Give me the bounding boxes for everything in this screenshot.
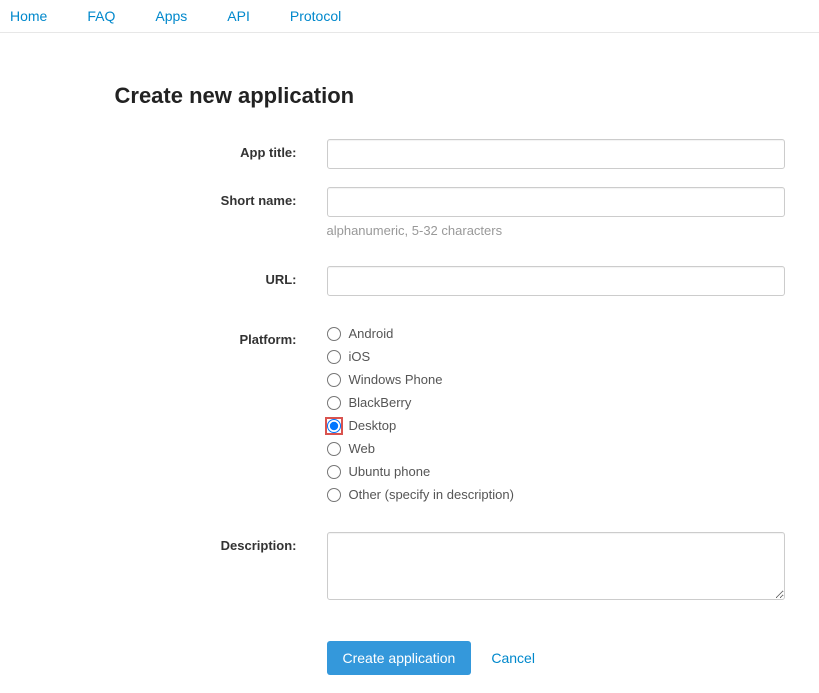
radio-android[interactable]: Android	[327, 326, 785, 341]
radio-windows-phone[interactable]: Windows Phone	[327, 372, 785, 387]
input-app-title[interactable]	[327, 139, 785, 169]
radio-input-android[interactable]	[327, 327, 341, 341]
radio-ubuntu-phone[interactable]: Ubuntu phone	[327, 464, 785, 479]
nav-home[interactable]: Home	[10, 8, 47, 24]
radio-label-ubuntu-phone: Ubuntu phone	[349, 464, 431, 479]
label-url: URL:	[5, 266, 327, 287]
radio-input-windows-phone[interactable]	[327, 373, 341, 387]
form-actions: Create application Cancel	[327, 641, 785, 675]
radio-input-other[interactable]	[327, 488, 341, 502]
radio-label-other: Other (specify in description)	[349, 487, 514, 502]
radio-ios[interactable]: iOS	[327, 349, 785, 364]
label-description: Description:	[5, 532, 327, 553]
row-actions: Create application Cancel	[5, 621, 815, 675]
radio-other[interactable]: Other (specify in description)	[327, 487, 785, 502]
radio-label-blackberry: BlackBerry	[349, 395, 412, 410]
radio-label-android: Android	[349, 326, 394, 341]
help-short-name: alphanumeric, 5-32 characters	[327, 223, 785, 238]
radio-label-desktop: Desktop	[349, 418, 397, 433]
submit-button[interactable]: Create application	[327, 641, 472, 675]
radio-desktop[interactable]: Desktop	[327, 418, 785, 433]
radio-blackberry[interactable]: BlackBerry	[327, 395, 785, 410]
radio-label-windows-phone: Windows Phone	[349, 372, 443, 387]
input-url[interactable]	[327, 266, 785, 296]
nav-protocol[interactable]: Protocol	[290, 8, 341, 24]
nav-api[interactable]: API	[227, 8, 250, 24]
input-description[interactable]	[327, 532, 785, 600]
row-platform: Platform: Android iOS Windows Phone Blac…	[5, 326, 815, 502]
label-short-name: Short name:	[5, 187, 327, 208]
row-app-title: App title:	[5, 139, 815, 169]
label-platform: Platform:	[5, 326, 327, 347]
label-app-title: App title:	[5, 139, 327, 160]
radio-input-desktop[interactable]	[327, 419, 341, 433]
nav-apps[interactable]: Apps	[155, 8, 187, 24]
radio-input-blackberry[interactable]	[327, 396, 341, 410]
page-title: Create new application	[115, 83, 815, 109]
radio-input-web[interactable]	[327, 442, 341, 456]
row-short-name: Short name: alphanumeric, 5-32 character…	[5, 187, 815, 238]
radio-label-ios: iOS	[349, 349, 371, 364]
radio-web[interactable]: Web	[327, 441, 785, 456]
main-container: Create new application App title: Short …	[5, 33, 815, 675]
radio-input-ios[interactable]	[327, 350, 341, 364]
input-short-name[interactable]	[327, 187, 785, 217]
radio-input-ubuntu-phone[interactable]	[327, 465, 341, 479]
nav-list: Home FAQ Apps API Protocol	[0, 8, 819, 24]
row-url: URL:	[5, 266, 815, 296]
platform-radio-group: Android iOS Windows Phone BlackBerry Des…	[327, 326, 785, 502]
row-description: Description:	[5, 532, 815, 603]
radio-label-web: Web	[349, 441, 376, 456]
top-nav: Home FAQ Apps API Protocol	[0, 0, 819, 33]
nav-faq[interactable]: FAQ	[87, 8, 115, 24]
cancel-link[interactable]: Cancel	[491, 650, 535, 666]
